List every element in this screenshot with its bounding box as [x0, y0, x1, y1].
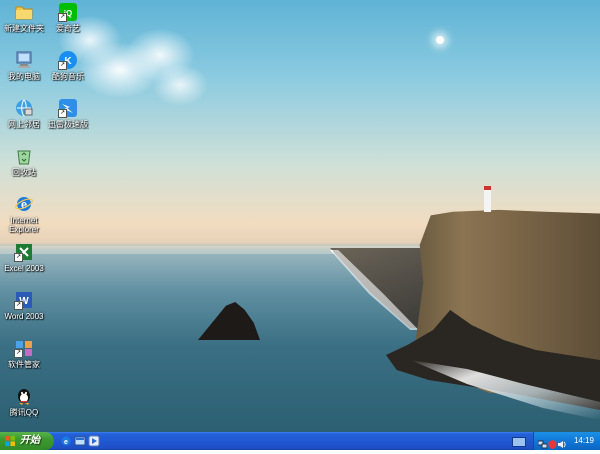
media-icon[interactable]	[88, 434, 100, 447]
network-tray-icon[interactable]	[537, 436, 548, 449]
desktop-icon-recycle-bin[interactable]: 回收站	[0, 146, 48, 177]
desktop-icon-network[interactable]: 网上邻居	[0, 98, 48, 129]
icon-label: 酷狗音乐	[52, 72, 84, 81]
sound-tray-icon[interactable]	[558, 436, 567, 448]
desktop-icon-word[interactable]: W ↗ Word 2003	[0, 290, 48, 321]
show-desktop-icon[interactable]	[74, 434, 86, 446]
system-tray: 14:19	[533, 432, 600, 450]
shortcut-arrow-icon: ↗	[58, 13, 67, 22]
qq-icon	[14, 386, 34, 406]
shortcut-arrow-icon: ↗	[14, 253, 23, 262]
icon-label: Internet Explorer	[9, 216, 39, 234]
software-manager-icon: ↗	[14, 338, 34, 358]
ie-icon[interactable]: e	[60, 434, 72, 446]
start-label: 开始	[20, 435, 40, 446]
folder-icon	[14, 2, 34, 22]
word-icon: W ↗	[14, 290, 34, 310]
icon-label: 爱奇艺	[56, 24, 80, 33]
desktop-icon-kugou[interactable]: K ↗ 酷狗音乐	[44, 50, 92, 81]
desktop-icon-qq[interactable]: 腾讯QQ	[0, 386, 48, 417]
iqiyi-icon: iQ ↗	[58, 2, 78, 22]
desktop-icon-xunlei[interactable]: ↗ 迅雷极速版	[44, 98, 92, 129]
security-tray-icon[interactable]	[548, 436, 557, 449]
desktop-icon-new-folder[interactable]: 新建文件夹	[0, 2, 48, 33]
start-button[interactable]: 开始	[0, 432, 54, 450]
sun	[436, 36, 444, 44]
icon-label: 网上邻居	[8, 120, 40, 129]
taskbar-clock[interactable]: 14:19	[574, 432, 594, 450]
taskbar: 开始 e 14:19	[0, 432, 600, 450]
desktop-icon-ie[interactable]: e Internet Explorer	[0, 194, 48, 234]
desktop-toggle-icon[interactable]	[512, 437, 526, 447]
ie-icon: e	[14, 194, 34, 214]
icon-label: 回收站	[12, 168, 36, 177]
desktop-icon-iqiyi[interactable]: iQ ↗ 爱奇艺	[44, 2, 92, 33]
shortcut-arrow-icon: ↗	[14, 349, 23, 358]
icon-label: 腾讯QQ	[9, 408, 39, 417]
shortcut-arrow-icon: ↗	[14, 301, 23, 310]
kugou-icon: K ↗	[58, 50, 78, 70]
network-icon	[14, 98, 34, 118]
sea-rock	[198, 302, 260, 340]
icon-label: Word 2003	[4, 312, 44, 321]
desktop-icon-my-computer[interactable]: 我的电脑	[0, 50, 48, 81]
computer-icon	[14, 50, 34, 70]
icon-label: Excel 2003	[4, 264, 44, 273]
icon-label: 新建文件夹	[4, 24, 44, 33]
excel-icon: ↗	[14, 242, 34, 262]
recycle-bin-icon	[14, 146, 34, 166]
desktop-icon-software-manager[interactable]: ↗ 软件管家	[0, 338, 48, 369]
icon-label: 迅雷极速版	[48, 120, 88, 129]
icon-label: 软件管家	[8, 360, 40, 369]
windows-flag-icon	[5, 436, 15, 446]
icon-label: 我的电脑	[8, 72, 40, 81]
xunlei-icon: ↗	[58, 98, 78, 118]
lighthouse	[484, 186, 491, 212]
shortcut-arrow-icon: ↗	[58, 61, 67, 70]
desktop-icon-excel[interactable]: ↗ Excel 2003	[0, 242, 48, 273]
shortcut-arrow-icon: ↗	[58, 109, 67, 118]
svg-text:e: e	[64, 439, 68, 446]
